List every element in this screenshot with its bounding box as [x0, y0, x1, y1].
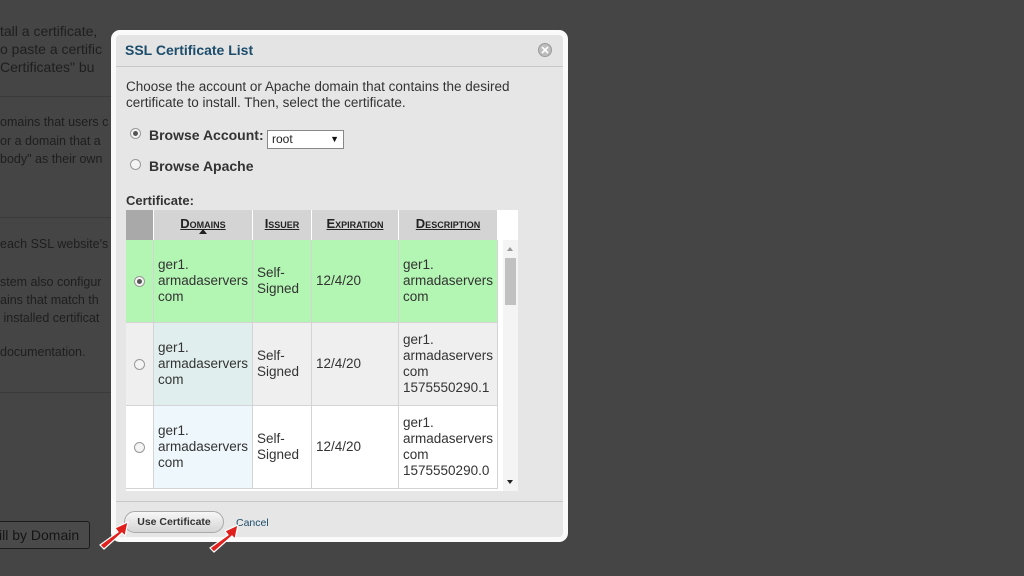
autofill-by-domain-button[interactable]: ill by Domain [0, 521, 90, 549]
close-icon [541, 46, 549, 54]
expiration-cell: 12/4/20 [312, 406, 399, 489]
issuer-cell: Self- Signed [253, 240, 312, 323]
chevron-down-icon: ▼ [330, 134, 339, 144]
select-cell [126, 240, 154, 323]
select-column-header [126, 210, 154, 240]
browse-account-radio[interactable] [130, 128, 141, 139]
bg-domains-text: omains that users c or a domain that a b… [0, 115, 109, 166]
column-header-expiration[interactable]: Expiration [312, 210, 399, 240]
row-select-radio[interactable] [134, 442, 145, 453]
dialog-title: SSL Certificate List [125, 42, 254, 58]
domain-cell: ger1. armadaservers com [154, 323, 253, 406]
bg-config-text: stem also configur ains that match th in… [0, 275, 102, 325]
table-row[interactable]: ger1. armadaservers com Self- Signed 12/… [126, 406, 498, 489]
bg-documentation-text: documentation. [0, 345, 86, 359]
bg-ssl-text: each SSL website's [0, 237, 109, 251]
expiration-cell: 12/4/20 [312, 323, 399, 406]
dialog-intro-text: Choose the account or Apache domain that… [126, 79, 510, 110]
pointer-arrow-icon [209, 523, 239, 553]
account-select-value: root [272, 132, 293, 146]
row-select-radio[interactable] [134, 359, 145, 370]
description-cell: ger1. armadaservers com 1575550290.0 [399, 406, 498, 489]
scroll-down-icon[interactable] [507, 480, 513, 484]
close-button[interactable] [538, 43, 552, 57]
select-cell [126, 323, 154, 406]
scroll-up-icon[interactable] [507, 247, 513, 251]
table-header: Domains Issuer Expiration Description [126, 210, 498, 240]
account-select[interactable]: root ▼ [267, 130, 344, 149]
issuer-cell: Self- Signed [253, 406, 312, 489]
bg-intro-text: tall a certificate, o paste a certific C… [0, 23, 102, 75]
column-header-issuer[interactable]: Issuer [253, 210, 312, 240]
domain-cell: ger1. armadaservers com [154, 406, 253, 489]
description-cell: ger1. armadaservers com 1575550290.1 [399, 323, 498, 406]
browse-apache-radio[interactable] [130, 159, 141, 170]
sort-ascending-icon [199, 229, 207, 234]
description-cell: ger1. armadaservers com [399, 240, 498, 323]
column-header-domains[interactable]: Domains [154, 210, 253, 240]
row-select-radio[interactable] [134, 276, 145, 287]
ssl-certificate-list-dialog: SSL Certificate List Choose the account … [111, 30, 568, 542]
scrollbar-thumb[interactable] [505, 258, 516, 305]
browse-account-label: Browse Account: [149, 127, 264, 143]
select-cell [126, 406, 154, 489]
dialog-footer: Use Certificate Cancel [116, 501, 563, 537]
browse-apache-label: Browse Apache [149, 158, 254, 174]
table-row[interactable]: ger1. armadaservers com Self- Signed 12/… [126, 240, 498, 323]
dialog-header: SSL Certificate List [116, 35, 563, 67]
pointer-arrow-icon [99, 520, 129, 550]
table-scrollbar[interactable] [503, 240, 518, 491]
bg-divider [0, 392, 112, 393]
table-row[interactable]: ger1. armadaservers com Self- Signed 12/… [126, 323, 498, 406]
certificate-label: Certificate: [126, 193, 194, 208]
bg-divider [0, 96, 112, 97]
expiration-cell: 12/4/20 [312, 240, 399, 323]
issuer-cell: Self- Signed [253, 323, 312, 406]
domain-cell: ger1. armadaservers com [154, 240, 253, 323]
certificate-table: Domains Issuer Expiration Description ge… [126, 210, 518, 491]
bg-divider [0, 217, 112, 218]
column-header-description[interactable]: Description [399, 210, 498, 240]
